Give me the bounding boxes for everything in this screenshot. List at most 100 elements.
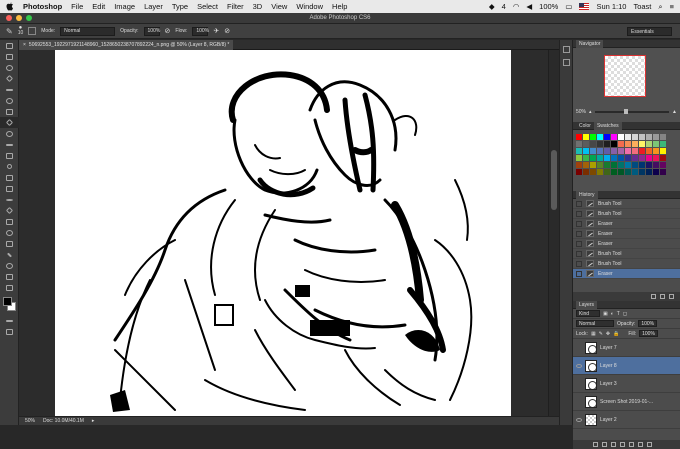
blur-tool[interactable] [0,172,19,183]
layer-filter-select[interactable]: Kind [576,310,600,317]
menu-window[interactable]: Window [296,2,323,11]
swatch[interactable] [653,155,659,161]
layer-name[interactable]: Layer 8 [600,363,617,369]
lock-position-icon[interactable]: ✥ [606,331,610,337]
menu-edit[interactable]: Edit [92,2,105,11]
swatch[interactable] [660,148,666,154]
menu-list-icon[interactable]: ≡ [670,2,674,11]
filter-adjustment-icon[interactable]: ◐ [611,311,614,317]
close-window-button[interactable] [6,15,12,21]
swatch[interactable] [611,169,617,175]
layer-row[interactable]: Screen Shot 2019-01-... [573,393,680,411]
history-item[interactable]: Brush Tool [573,249,680,259]
document-canvas[interactable] [55,50,511,416]
doc-size[interactable]: Doc: 10.0M/40.1M [43,418,84,424]
swatch[interactable] [625,162,631,168]
layer-name[interactable]: Screen Shot 2019-01-... [600,399,653,405]
swatch[interactable] [653,169,659,175]
menu-view[interactable]: View [271,2,287,11]
swatch[interactable] [618,162,624,168]
swatch[interactable] [653,141,659,147]
swatch[interactable] [597,169,603,175]
volume-icon[interactable]: ◀ [526,2,532,11]
swatch[interactable] [625,155,631,161]
history-source-checkbox[interactable] [576,250,582,257]
swatch[interactable] [597,141,603,147]
lasso-tool[interactable] [0,62,19,73]
swatch[interactable] [618,148,624,154]
layer-name[interactable]: Layer 3 [600,381,617,387]
layer-name[interactable]: Layer 2 [600,417,617,423]
zoom-level[interactable]: 50% [25,418,35,424]
swatch[interactable] [590,148,596,154]
swatch[interactable] [639,148,645,154]
visibility-toggle-icon[interactable] [576,382,582,386]
swatch[interactable] [632,162,638,168]
new-group-icon[interactable] [629,442,634,447]
swatch[interactable] [632,155,638,161]
layer-opacity-field[interactable]: 100% [638,320,658,327]
swatch[interactable] [590,169,596,175]
blend-mode-select[interactable]: Normal [576,320,614,327]
visibility-toggle-icon[interactable] [576,346,582,350]
dodge-tool[interactable] [0,183,19,194]
flow-field[interactable]: 100% [192,26,209,36]
navigator-zoom-slider[interactable] [594,109,670,114]
canvas-vertical-scrollbar[interactable] [548,50,559,416]
swatch[interactable] [653,148,659,154]
layer-row[interactable]: Layer 7 [573,339,680,357]
swatch[interactable] [639,141,645,147]
hand-tool[interactable] [0,260,19,271]
swatch[interactable] [660,141,666,147]
history-item[interactable]: Eraser [573,219,680,229]
history-item[interactable]: Eraser [573,239,680,249]
brush-size-picker[interactable]: ● 10 [18,25,24,36]
history-source-checkbox[interactable] [576,260,582,267]
close-document-icon[interactable]: × [23,42,26,48]
marquee-tool[interactable] [0,51,19,62]
swatch[interactable] [604,169,610,175]
swatch[interactable] [590,155,596,161]
history-brush-tool[interactable] [0,139,19,150]
swatch[interactable] [583,141,589,147]
workspace-select[interactable]: Essentials [627,27,672,36]
brush-tool[interactable] [0,117,19,128]
swatch[interactable] [604,148,610,154]
swatch[interactable] [632,148,638,154]
path-select-tool[interactable] [0,216,19,227]
swatch[interactable] [576,169,582,175]
dropbox-icon[interactable]: ◆ [489,2,495,11]
spotlight-icon[interactable]: ⌕ [658,2,662,12]
swatch[interactable] [597,155,603,161]
swatch[interactable] [639,134,645,140]
swatch[interactable] [625,141,631,147]
swatch[interactable] [660,169,666,175]
menu-type[interactable]: Type [172,2,188,11]
link-layers-icon[interactable] [593,442,598,447]
swatch[interactable] [646,148,652,154]
lock-pixels-icon[interactable]: ✎ [599,331,603,337]
quick-mask-button[interactable] [0,315,19,326]
swatch[interactable] [590,134,596,140]
swatch[interactable] [597,162,603,168]
swatch[interactable] [576,141,582,147]
adjustment-layer-icon[interactable] [620,442,625,447]
history-header[interactable]: History [573,190,680,199]
swatch[interactable] [611,134,617,140]
more-tools[interactable] [0,282,19,293]
swatch[interactable] [611,141,617,147]
input-source-flag-icon[interactable] [579,3,590,10]
zoom-in-icon[interactable]: ▲ [672,109,677,115]
menu-file[interactable]: File [71,2,83,11]
menu-select[interactable]: Select [197,2,218,11]
swatch[interactable] [646,155,652,161]
pressure-opacity-icon[interactable]: ⊘ [165,27,171,35]
menu-app-name[interactable]: Photoshop [23,2,62,11]
history-source-checkbox[interactable] [576,210,582,217]
new-snapshot-icon[interactable] [660,294,665,299]
history-item[interactable]: Brush Tool [573,209,680,219]
swatch[interactable] [625,148,631,154]
wifi-icon[interactable]: ◠ [513,2,520,11]
opacity-field[interactable]: 100% [143,26,160,36]
layer-name[interactable]: Layer 7 [600,345,617,351]
